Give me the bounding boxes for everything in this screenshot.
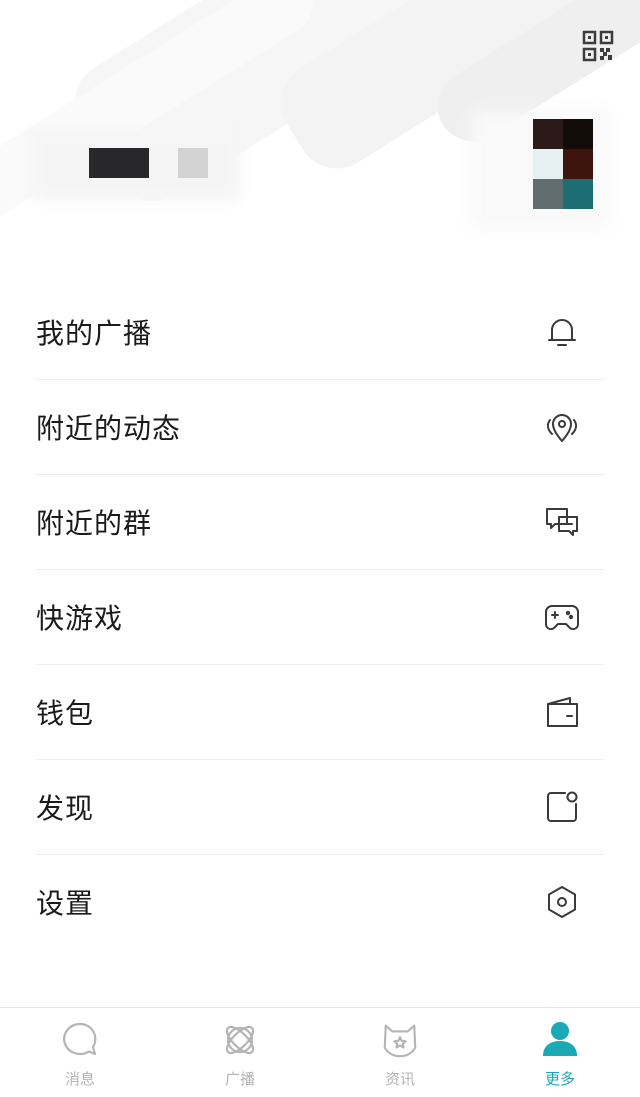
- more-menu: 我的广播 附近的动态 附近的群 快游戏 钱包 发现 设置: [36, 285, 604, 949]
- settings-hexagon-icon: [542, 882, 582, 922]
- wallet-icon: [542, 692, 582, 732]
- menu-item-label: 附近的动态: [36, 412, 182, 445]
- menu-item-discover[interactable]: 发现: [36, 760, 604, 855]
- avatar-pixel: [533, 149, 563, 179]
- bottom-tab-bar: 消息 广播 资讯 更多: [0, 1007, 640, 1097]
- bell-icon: [542, 312, 582, 352]
- menu-item-nearby-groups[interactable]: 附近的群: [36, 475, 604, 570]
- message-bubble-icon: [60, 1020, 100, 1060]
- tab-label: 更多: [544, 1070, 575, 1088]
- menu-item-wallet[interactable]: 钱包: [36, 665, 604, 760]
- avatar-pixel: [563, 179, 593, 209]
- avatar-pixel: [533, 179, 563, 209]
- profile-icon: [540, 1020, 580, 1060]
- menu-item-label: 我的广播: [36, 317, 153, 350]
- avatar-pixel: [563, 119, 593, 149]
- news-star-icon: [380, 1020, 420, 1060]
- avatar[interactable]: [533, 119, 593, 209]
- tab-broadcast[interactable]: 广播: [160, 1008, 320, 1097]
- menu-item-label: 发现: [36, 792, 95, 825]
- tab-more[interactable]: 更多: [480, 1008, 640, 1097]
- menu-item-settings[interactable]: 设置: [36, 855, 604, 949]
- menu-item-label: 设置: [36, 887, 95, 920]
- orbit-icon: [220, 1020, 260, 1060]
- avatar-pixel: [563, 149, 593, 179]
- chat-bubbles-icon: [542, 502, 582, 542]
- tab-messages[interactable]: 消息: [0, 1008, 160, 1097]
- location-pin-icon: [542, 407, 582, 447]
- username-redacted: [30, 120, 270, 210]
- tab-news[interactable]: 资讯: [320, 1008, 480, 1097]
- discover-icon: [542, 787, 582, 827]
- menu-item-label: 快游戏: [36, 602, 124, 635]
- avatar-pixel: [533, 119, 563, 149]
- gamepad-icon: [542, 597, 582, 637]
- qr-code-icon[interactable]: [582, 30, 614, 62]
- menu-item-my-broadcast[interactable]: 我的广播: [36, 285, 604, 380]
- menu-item-label: 附近的群: [36, 507, 153, 540]
- tab-label: 资讯: [384, 1070, 415, 1088]
- menu-item-label: 钱包: [36, 697, 95, 730]
- tab-label: 广播: [224, 1070, 255, 1088]
- menu-item-nearby-moments[interactable]: 附近的动态: [36, 380, 604, 475]
- menu-item-quick-games[interactable]: 快游戏: [36, 570, 604, 665]
- profile-header: [0, 0, 640, 250]
- tab-label: 消息: [64, 1070, 95, 1088]
